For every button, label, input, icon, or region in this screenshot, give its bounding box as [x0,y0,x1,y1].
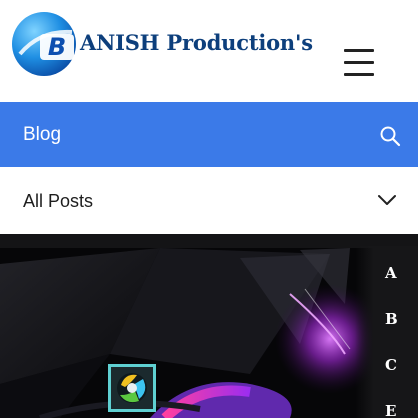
logo-letter: B [48,33,66,61]
side-letter: A [385,264,397,282]
chevron-down-icon [378,195,396,205]
featured-post-banner[interactable]: A B C E [0,234,418,418]
site-header: B ANISH Production's [0,0,418,102]
posts-filter-label: All Posts [23,191,94,211]
swirl-app-icon [117,373,147,403]
hamburger-menu-button[interactable] [340,46,376,78]
side-letter: E [385,402,397,418]
hamburger-menu-icon [344,49,374,52]
blog-link[interactable]: Blog [23,124,61,146]
side-letter: B [385,310,398,328]
posts-filter-dropdown[interactable]: All Posts [0,167,418,235]
side-letter-strip: A B C E [355,246,418,418]
blog-nav-bar: Blog [0,102,418,167]
side-letter: C [385,356,397,374]
brand-logo[interactable]: B [10,10,78,78]
search-icon[interactable] [378,124,402,148]
brand-name: ANISH Production's [80,30,313,55]
app-icon-tile [108,364,156,412]
